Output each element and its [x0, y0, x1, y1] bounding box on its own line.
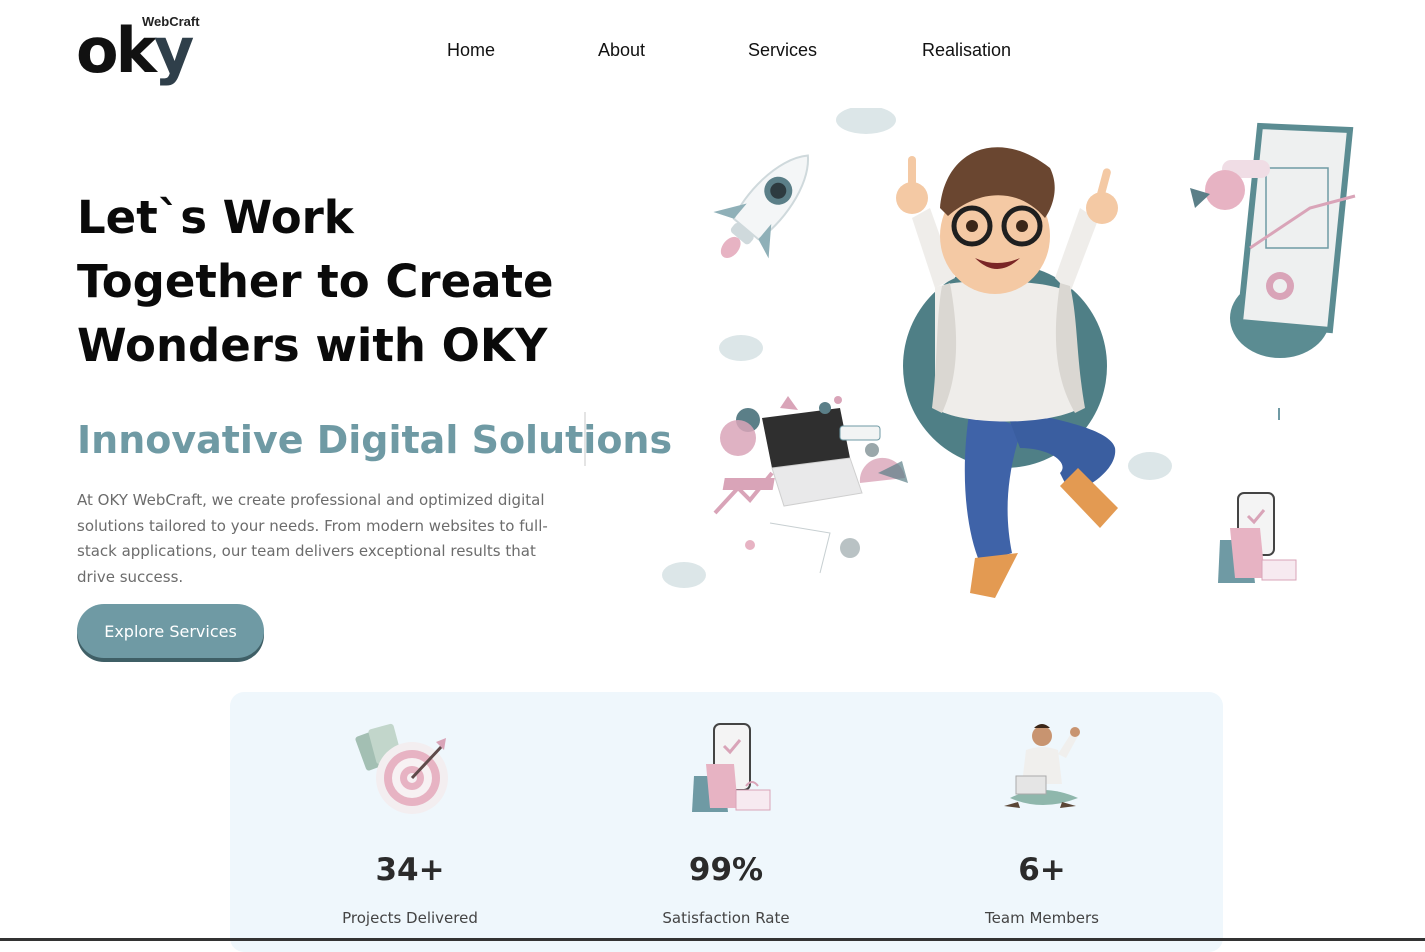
phone-shopping-icon: [692, 723, 771, 812]
oky-logo[interactable]: WebCraft oky: [76, 12, 216, 92]
person-laptop-icon: [1004, 724, 1080, 808]
target-icon: [355, 723, 448, 814]
phone-shopping-icon: [1218, 492, 1297, 583]
hero-subtitle: Innovative Digital Solutions: [77, 418, 673, 462]
blob-shape: [662, 562, 706, 588]
blob-shape: [1128, 452, 1172, 480]
stat-label: Team Members: [985, 909, 1099, 927]
stat-card-satisfaction: 99% Satisfaction Rate: [596, 692, 856, 942]
logo-wordmark: oky: [76, 14, 194, 87]
hero-illustration: [662, 108, 1356, 598]
stat-value: 99%: [688, 852, 764, 888]
hero-title: Let`s Work Together to Create Wonders wi…: [77, 186, 637, 378]
stat-value: 34+: [375, 852, 445, 888]
nav-about-link[interactable]: About: [598, 40, 645, 61]
blob-shape: [719, 335, 763, 361]
laptop-icon: [713, 396, 908, 574]
hero-title-line-1: Let`s Work: [77, 191, 354, 244]
nav-home-link[interactable]: Home: [447, 40, 495, 61]
phone-chart-icon: [1190, 122, 1356, 358]
stats-panel: 34+ Projects Delivered 99% Satisfaction …: [230, 692, 1223, 952]
dash-shape: [1278, 408, 1280, 420]
nav-services-link[interactable]: Services: [748, 40, 817, 61]
rocket-icon: [713, 154, 809, 259]
stat-value: 6+: [1018, 852, 1066, 888]
stat-card-team: 6+ Team Members: [912, 692, 1172, 942]
character-illustration: [896, 147, 1118, 598]
hero-description: At OKY WebCraft, we create professional …: [77, 491, 548, 586]
hero-title-line-2: Together to Create: [77, 255, 554, 308]
stat-label: Satisfaction Rate: [662, 909, 790, 927]
explore-services-button[interactable]: Explore Services: [77, 604, 264, 658]
blob-shape: [836, 108, 896, 134]
nav-realisation-link[interactable]: Realisation: [922, 40, 1011, 61]
hero-title-line-3: Wonders with OKY: [77, 319, 548, 372]
stat-label: Projects Delivered: [342, 909, 478, 927]
typing-cursor: [584, 412, 586, 466]
stat-card-projects: 34+ Projects Delivered: [280, 692, 540, 942]
